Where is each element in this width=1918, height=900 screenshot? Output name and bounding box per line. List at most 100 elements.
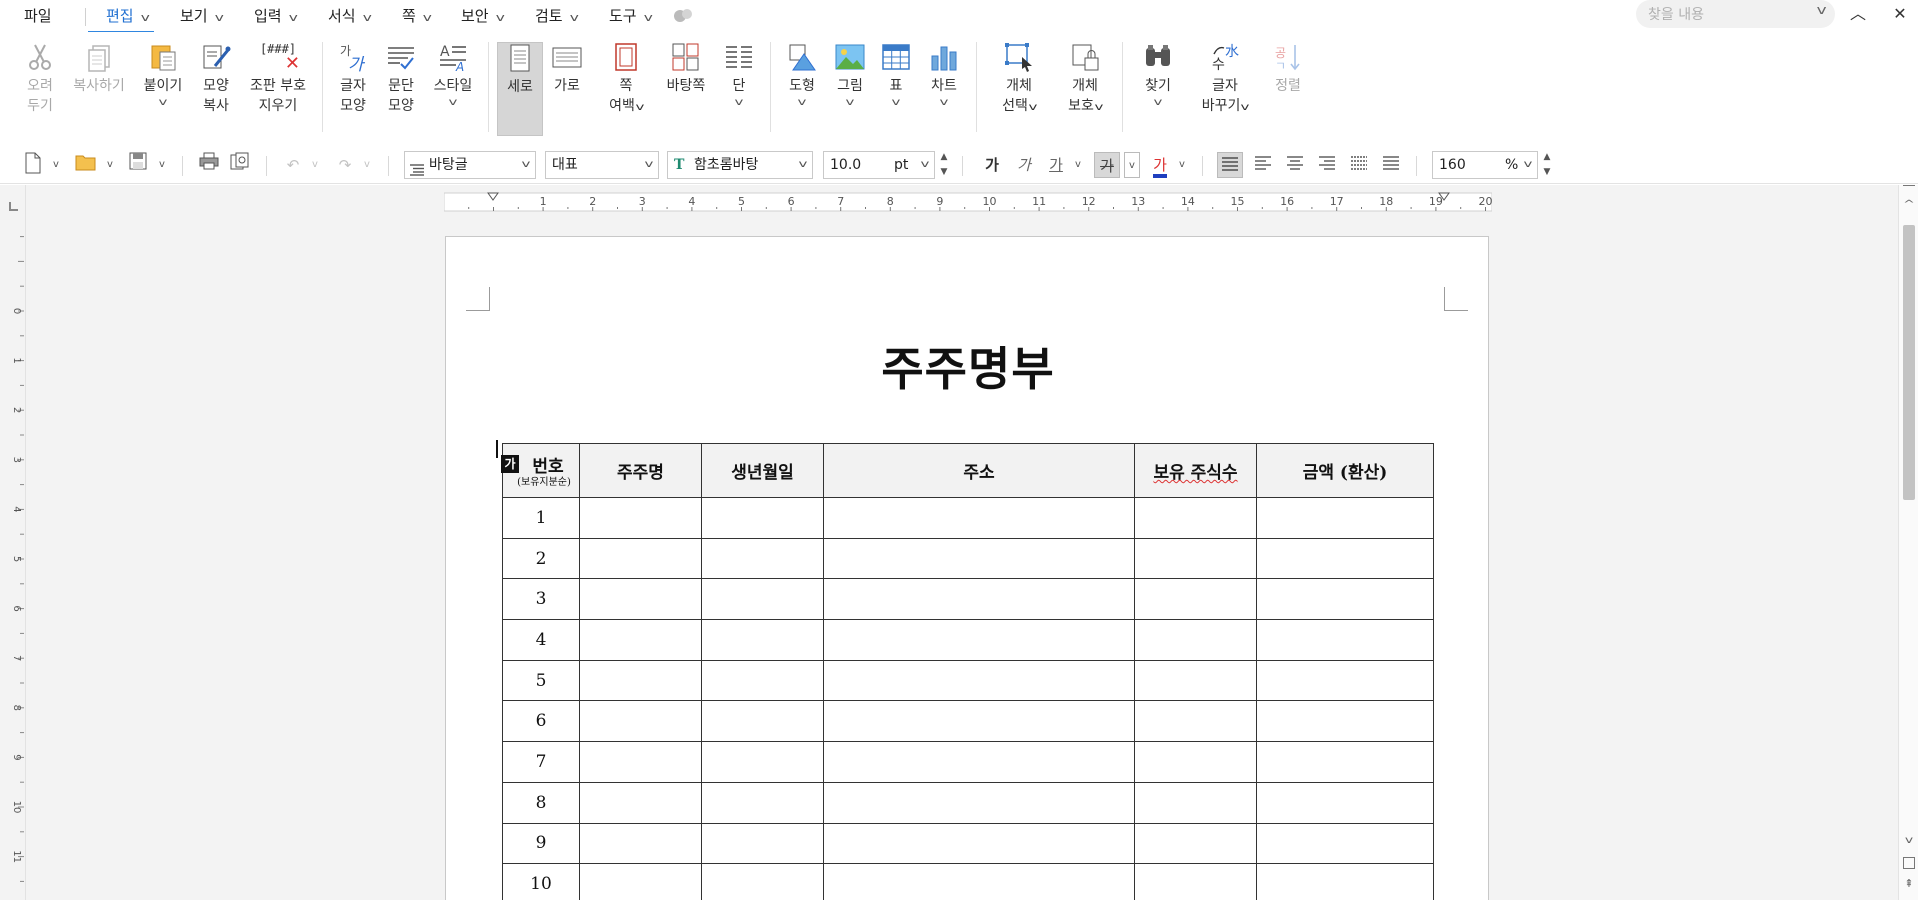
header-cell-birthdate[interactable]: 생년월일: [701, 443, 824, 498]
row-number-cell[interactable]: 9: [502, 822, 580, 865]
shares-cell[interactable]: [1134, 863, 1257, 900]
birthdate-cell[interactable]: [701, 537, 824, 580]
header-cell-address[interactable]: 주소: [823, 443, 1135, 498]
shares-cell[interactable]: [1134, 537, 1257, 580]
address-cell[interactable]: [823, 578, 1135, 621]
shareholder-table[interactable]: 가 번호 (보유지분순) 주주명 생년월일 주소 보유 주식수 금액 (환산) …: [501, 443, 1434, 900]
row-number-cell[interactable]: 3: [502, 578, 580, 621]
name-cell[interactable]: [579, 863, 702, 900]
para-shape-button[interactable]: 문단 모양: [381, 42, 421, 116]
copy-button[interactable]: 복사하기: [70, 42, 128, 96]
birthdate-cell[interactable]: [701, 741, 824, 783]
name-cell[interactable]: [579, 822, 702, 865]
sort-button[interactable]: 공ㄱ 정렬: [1268, 42, 1308, 96]
menu-edit[interactable]: 편집 v: [87, 6, 155, 34]
address-cell[interactable]: [823, 659, 1135, 702]
row-number-cell[interactable]: 10: [502, 863, 580, 900]
menu-view[interactable]: 보기 v: [180, 6, 223, 28]
split-align-icon[interactable]: [1378, 152, 1404, 178]
birthdate-cell[interactable]: [701, 659, 824, 702]
font-color-button[interactable]: 가: [1148, 152, 1172, 178]
menu-page[interactable]: 쪽v: [402, 6, 432, 28]
row-number-cell[interactable]: 5: [502, 659, 580, 702]
chevron-down-icon[interactable]: v: [820, 96, 880, 110]
name-cell[interactable]: [579, 619, 702, 661]
amount-cell[interactable]: [1256, 700, 1434, 743]
chevron-down-icon[interactable]: v: [714, 96, 765, 110]
page-margins-button[interactable]: 쪽 여백v: [606, 42, 646, 118]
chevron-down-icon[interactable]: v: [417, 96, 489, 110]
birthdate-cell[interactable]: [701, 700, 824, 743]
amount-cell[interactable]: [1256, 619, 1434, 661]
find-input[interactable]: 찾을 내용: [1648, 4, 1704, 24]
shares-cell[interactable]: [1134, 700, 1257, 743]
protect-object-button[interactable]: 개체 보호v: [1062, 42, 1108, 118]
shares-cell[interactable]: [1134, 822, 1257, 865]
chevron-down-icon[interactable]: v: [309, 152, 321, 178]
align-center-icon[interactable]: [1282, 152, 1308, 178]
bold-button[interactable]: 가: [980, 152, 1004, 178]
align-left-icon[interactable]: [1250, 152, 1276, 178]
row-number-cell[interactable]: 8: [502, 781, 580, 824]
header-cell-shares[interactable]: 보유 주식수: [1134, 443, 1257, 498]
table-button[interactable]: 표 v: [880, 42, 912, 110]
new-document-icon[interactable]: [22, 152, 44, 178]
master-page-button[interactable]: 바탕쪽: [664, 42, 708, 96]
address-cell[interactable]: [823, 619, 1135, 661]
header-cell-name[interactable]: 주주명: [579, 443, 702, 498]
scroll-down-icon[interactable]: v: [1895, 835, 1918, 851]
picture-button[interactable]: 그림 v: [830, 42, 870, 110]
amount-cell[interactable]: [1256, 741, 1434, 783]
shapes-button[interactable]: 도형 v: [782, 42, 822, 110]
format-painter-button[interactable]: 모양 복사: [196, 42, 236, 116]
redo-icon[interactable]: ↷: [334, 152, 356, 178]
columns-button[interactable]: 단 v: [722, 42, 756, 110]
row-number-cell[interactable]: 7: [502, 741, 580, 783]
chevron-down-icon[interactable]: v: [50, 152, 62, 178]
chevron-down-icon[interactable]: ▼: [1540, 165, 1554, 180]
clear-marks-button[interactable]: [###] ✕ 조판 부호 지우기: [244, 42, 312, 116]
row-number-cell[interactable]: 2: [502, 537, 580, 580]
align-right-icon[interactable]: [1314, 152, 1340, 178]
menu-tools[interactable]: 도구 v: [609, 6, 652, 28]
cut-button[interactable]: 오려 두기: [20, 42, 60, 116]
name-cell[interactable]: [579, 741, 702, 783]
name-cell[interactable]: [579, 781, 702, 824]
shares-cell[interactable]: [1134, 781, 1257, 824]
document-title[interactable]: 주주명부: [446, 333, 1490, 399]
amount-cell[interactable]: [1256, 781, 1434, 824]
chevron-down-icon[interactable]: v: [104, 152, 116, 178]
style-button[interactable]: AA 스타일 v: [429, 42, 477, 110]
name-cell[interactable]: [579, 537, 702, 580]
find-box[interactable]: 찾을 내용 v: [1636, 0, 1835, 28]
row-number-cell[interactable]: 6: [502, 700, 580, 743]
name-cell[interactable]: [579, 578, 702, 621]
birthdate-cell[interactable]: [701, 863, 824, 900]
find-button[interactable]: 찾기 v: [1138, 42, 1178, 110]
amount-cell[interactable]: [1256, 578, 1434, 621]
replace-button[interactable]: 수水 글자 바꾸기v: [1198, 42, 1252, 118]
distribute-align-icon[interactable]: [1346, 152, 1372, 178]
chevron-down-icon[interactable]: v: [156, 152, 168, 178]
chevron-down-icon[interactable]: v: [872, 96, 920, 110]
scrollbar-thumb[interactable]: [1903, 225, 1915, 500]
print-icon[interactable]: [198, 152, 220, 178]
menu-format[interactable]: 서식 v: [328, 6, 371, 28]
menu-insert[interactable]: 입력 v: [254, 6, 297, 28]
shares-cell[interactable]: [1134, 578, 1257, 621]
style-select[interactable]: 바탕글 v: [404, 151, 536, 179]
chevron-down-icon[interactable]: v: [1176, 152, 1188, 178]
birthdate-cell[interactable]: [701, 578, 824, 621]
chevron-down-icon[interactable]: ▼: [937, 165, 951, 180]
shares-cell[interactable]: [1134, 497, 1257, 539]
chevron-down-icon[interactable]: v: [917, 96, 971, 110]
header-cell-amount[interactable]: 금액 (환산): [1256, 443, 1434, 498]
amount-cell[interactable]: [1256, 659, 1434, 702]
address-cell[interactable]: [823, 537, 1135, 580]
address-cell[interactable]: [823, 741, 1135, 783]
row-number-cell[interactable]: 1: [502, 497, 580, 539]
shares-cell[interactable]: [1134, 659, 1257, 702]
font-select[interactable]: T 함초롬바탕 v: [667, 151, 813, 179]
menu-review[interactable]: 검토 v: [535, 6, 578, 28]
birthdate-cell[interactable]: [701, 822, 824, 865]
